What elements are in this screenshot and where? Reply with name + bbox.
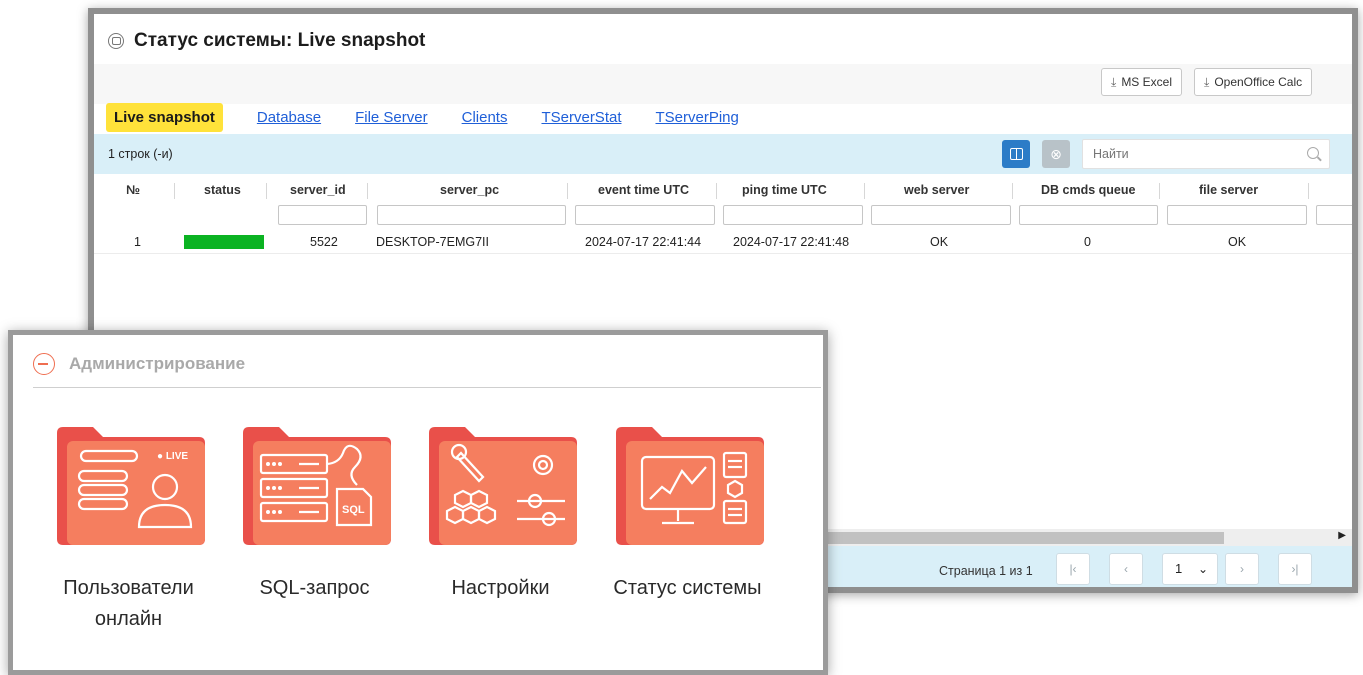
filter-next-column[interactable] — [1316, 205, 1352, 225]
cell-db-queue: 0 — [1084, 235, 1091, 249]
page-info: Страница 1 из 1 — [939, 564, 1033, 578]
column-chooser-button[interactable] — [1002, 140, 1030, 168]
column-header-file-server[interactable]: file server — [1199, 183, 1258, 197]
cell-file-server: OK — [1228, 235, 1247, 249]
tab-live-snapshot[interactable]: Live snapshot — [106, 102, 223, 132]
divider — [33, 387, 821, 388]
sql-badge: SQL — [342, 504, 365, 516]
next-page-button[interactable]: › — [1225, 553, 1259, 585]
page-select[interactable]: 1 ⌄ — [1162, 553, 1218, 585]
column-header-db-queue[interactable]: DB cmds queue — [1041, 183, 1135, 197]
export-calc-button[interactable]: ⤓ OpenOffice Calc — [1194, 68, 1313, 96]
live-badge: ● LIVE — [157, 451, 188, 462]
tile-label: Настройки — [451, 577, 550, 599]
last-page-button[interactable]: ›| — [1278, 553, 1312, 585]
row-count: 1 строк (-и) — [108, 147, 173, 161]
chevron-down-icon: ⌄ — [1197, 562, 1208, 576]
tab-clients[interactable]: Clients — [462, 109, 508, 126]
search-input[interactable] — [1083, 140, 1303, 168]
administration-panel: Администрирование ● LIVE Пользователи он… — [8, 330, 828, 675]
filter-server-pc[interactable] — [377, 205, 566, 225]
tile-settings[interactable]: Настройки — [413, 427, 588, 604]
tab-bar: Live snapshot Database File Server Clien… — [106, 100, 739, 134]
column-header-num[interactable]: № — [126, 183, 140, 197]
cell-ping-time: 2024-07-17 22:41:48 — [733, 235, 850, 249]
cell-server-id: 5522 — [310, 235, 338, 249]
column-header-server-pc[interactable]: server_pc — [440, 183, 499, 197]
tile-system-status[interactable]: Статус системы — [600, 427, 775, 604]
tab-file-server[interactable]: File Server — [355, 109, 428, 126]
column-header-web-server[interactable]: web server — [904, 183, 969, 197]
sql-query-icon: SQL — [242, 427, 391, 545]
column-header-server-id[interactable]: server_id — [290, 183, 346, 197]
settings-icon — [428, 427, 577, 545]
tile-label: SQL-запрос — [259, 577, 370, 599]
search-box — [1082, 139, 1330, 169]
tab-tserverping[interactable]: TServerPing — [656, 109, 739, 126]
cell-web-server: OK — [930, 235, 949, 249]
column-header-event-time[interactable]: event time UTC — [598, 183, 689, 197]
filter-db-queue[interactable] — [1019, 205, 1158, 225]
tile-users-online[interactable]: ● LIVE Пользователи онлайн — [41, 427, 216, 635]
column-header-ping-time[interactable]: ping time UTC — [742, 183, 827, 197]
clear-filter-icon: ⊗ — [1050, 146, 1062, 162]
table-header: № status server_id server_pc event time … — [94, 174, 1352, 229]
cell-num: 1 — [134, 235, 141, 249]
search-icon[interactable] — [1307, 147, 1319, 159]
tile-label: Пользователи онлайн — [63, 577, 194, 630]
column-separator[interactable] — [367, 183, 368, 199]
column-separator[interactable] — [864, 183, 865, 199]
cell-server-pc: DESKTOP-7EMG7II — [376, 235, 489, 249]
column-separator[interactable] — [1159, 183, 1160, 199]
prev-page-button[interactable]: ‹ — [1109, 553, 1143, 585]
download-icon: ⤓ — [1111, 74, 1117, 89]
system-status-icon — [615, 427, 764, 545]
users-online-icon: ● LIVE — [56, 427, 205, 545]
tab-tserverstat[interactable]: TServerStat — [541, 109, 621, 126]
tile-sql-query[interactable]: SQL SQL-запрос — [227, 427, 402, 604]
column-separator[interactable] — [567, 183, 568, 199]
page-title: Статус системы: Live snapshot — [134, 30, 426, 51]
grid-toolbar: 1 строк (-и) ⊗ — [94, 134, 1352, 174]
admin-header[interactable]: Администрирование — [33, 353, 245, 375]
filter-server-id[interactable] — [278, 205, 367, 225]
filter-event-time[interactable] — [575, 205, 715, 225]
column-separator[interactable] — [716, 183, 717, 199]
filter-file-server[interactable] — [1167, 205, 1307, 225]
scroll-right-arrow-icon[interactable]: ▶ — [1338, 530, 1346, 541]
download-icon: ⤓ — [1204, 74, 1210, 89]
column-separator[interactable] — [174, 183, 175, 199]
collapse-icon[interactable] — [33, 353, 55, 375]
clear-filter-button[interactable]: ⊗ — [1042, 140, 1070, 168]
column-header-status[interactable]: status — [204, 183, 241, 197]
column-separator[interactable] — [1012, 183, 1013, 199]
first-page-button[interactable]: |‹ — [1056, 553, 1090, 585]
tab-database[interactable]: Database — [257, 109, 321, 126]
column-separator[interactable] — [266, 183, 267, 199]
tile-label: Статус системы — [613, 577, 762, 599]
filter-web-server[interactable] — [871, 205, 1011, 225]
cell-event-time: 2024-07-17 22:41:44 — [585, 235, 702, 249]
filter-ping-time[interactable] — [723, 205, 863, 225]
monitor-icon — [108, 33, 124, 49]
export-excel-button[interactable]: ⤓ MS Excel — [1101, 68, 1182, 96]
admin-title: Администрирование — [69, 354, 246, 373]
status-indicator — [184, 235, 264, 249]
table-row[interactable]: 1 5522 DESKTOP-7EMG7II 2024-07-17 22:41:… — [94, 229, 1352, 254]
column-separator[interactable] — [1308, 183, 1309, 199]
window-title-bar: Статус системы: Live snapshot — [108, 28, 425, 54]
